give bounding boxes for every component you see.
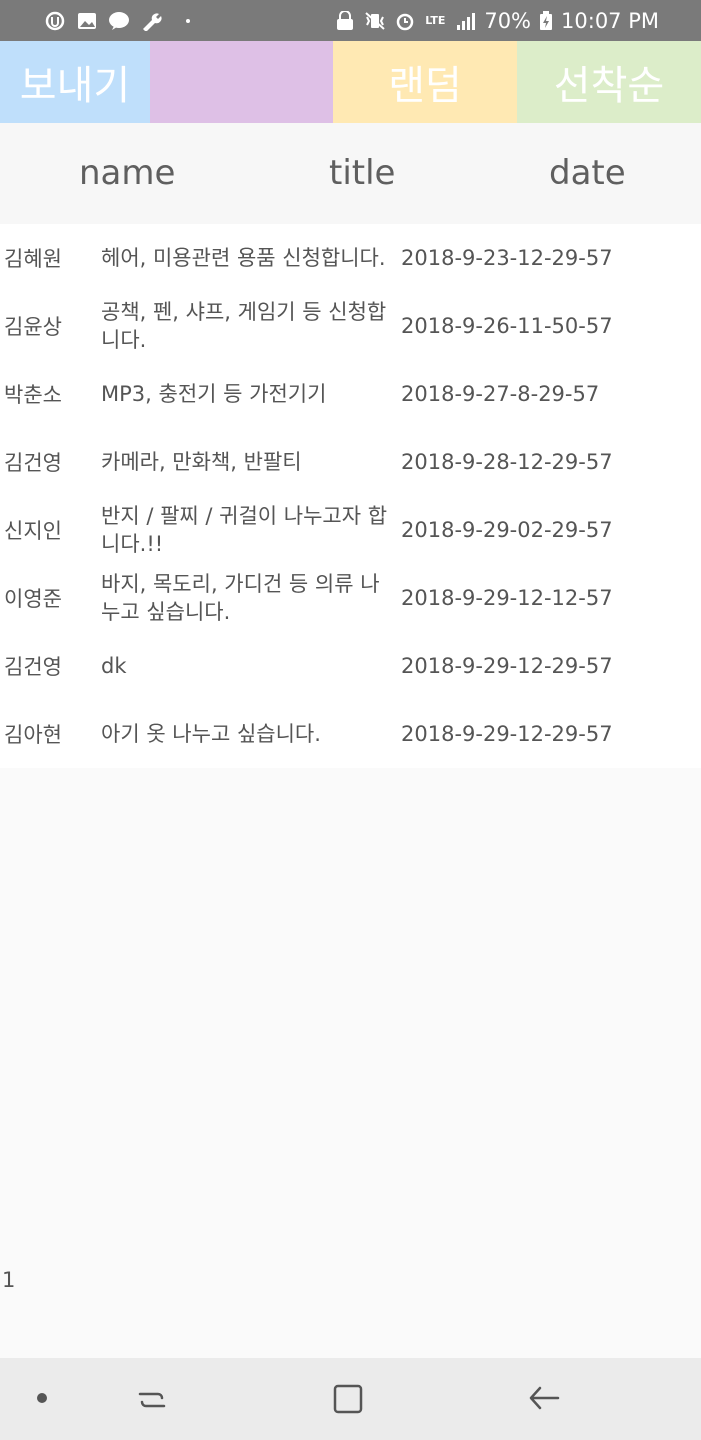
item-title: MP3, 충전기 등 가전기기: [101, 382, 327, 406]
list-item[interactable]: 김혜원 헤어, 미용관련 용품 신청합니다. 2018-9-23-12-29-5…: [0, 224, 701, 292]
list-item[interactable]: 김윤상 공책, 펜, 샤프, 게임기 등 신청합니다. 2018-9-26-11…: [0, 292, 701, 360]
gallery-icon: [76, 11, 98, 31]
item-title: 공책, 펜, 샤프, 게임기 등 신청합니다.: [101, 300, 387, 352]
item-date: 2018-9-27-8-29-57: [401, 382, 600, 406]
column-header: name title date: [0, 123, 701, 224]
item-title: 반지 / 팔찌 / 귀걸이 나누고자 합니다.!!: [101, 504, 388, 556]
action-toolbar: 보내기 랜덤 선착순: [0, 41, 701, 123]
wrench-icon: [140, 11, 162, 31]
item-title: 카메라, 만화책, 반팔티: [101, 450, 302, 474]
send-button[interactable]: 보내기: [0, 41, 150, 123]
item-date: 2018-9-29-12-29-57: [401, 654, 613, 678]
item-name: 김건영: [4, 451, 62, 475]
item-title: 바지, 목도리, 가디건 등 의류 나누고 싶습니다.: [101, 572, 380, 624]
column-header-title[interactable]: title: [329, 153, 395, 193]
home-icon[interactable]: [326, 1378, 370, 1422]
u-plus-icon: [44, 11, 66, 31]
vibrate-mute-icon: [364, 11, 386, 31]
item-date: 2018-9-28-12-29-57: [401, 450, 613, 474]
item-date: 2018-9-29-12-12-57: [401, 586, 613, 610]
sync-lock-icon: [334, 10, 356, 31]
dot-icon[interactable]: [20, 1378, 64, 1422]
navigation-bar: [0, 1358, 701, 1440]
kakaotalk-icon: [108, 11, 130, 31]
battery-charging-icon: [539, 10, 553, 31]
request-list: 김혜원 헤어, 미용관련 용품 신청합니다. 2018-9-23-12-29-5…: [0, 224, 701, 768]
item-name: 김아현: [4, 723, 62, 747]
item-title: dk: [101, 654, 127, 678]
list-item[interactable]: 김건영 dk 2018-9-29-12-29-57: [0, 632, 701, 700]
list-item[interactable]: 김건영 카메라, 만화책, 반팔티 2018-9-28-12-29-57: [0, 428, 701, 496]
status-bar: LTE 70% 10:07 PM: [0, 0, 701, 41]
status-time: 10:07 PM: [561, 8, 659, 33]
item-name: 김윤상: [4, 315, 62, 339]
item-title: 헤어, 미용관련 용품 신청합니다.: [101, 246, 386, 270]
random-button[interactable]: 랜덤: [333, 41, 517, 123]
item-name: 신지인: [4, 519, 62, 543]
list-item[interactable]: 이영준 바지, 목도리, 가디건 등 의류 나누고 싶습니다. 2018-9-2…: [0, 564, 701, 632]
middle-button[interactable]: [150, 41, 333, 123]
first-come-button[interactable]: 선착순: [517, 41, 701, 123]
list-item[interactable]: 신지인 반지 / 팔찌 / 귀걸이 나누고자 합니다.!! 2018-9-29-…: [0, 496, 701, 564]
item-name: 김혜원: [4, 247, 62, 271]
battery-percent: 70%: [484, 8, 532, 33]
lte-icon: LTE: [425, 14, 446, 27]
list-item[interactable]: 김아현 아기 옷 나누고 싶습니다. 2018-9-29-12-29-57: [0, 700, 701, 768]
signal-icon: [454, 11, 476, 31]
back-icon[interactable]: [522, 1378, 566, 1422]
alarm-icon: [394, 11, 416, 31]
dot-icon: [186, 18, 190, 23]
item-date: 2018-9-29-02-29-57: [401, 518, 613, 542]
column-header-date[interactable]: date: [549, 153, 626, 193]
item-name: 이영준: [4, 587, 62, 611]
item-date: 2018-9-26-11-50-57: [401, 314, 613, 338]
item-title: 아기 옷 나누고 싶습니다.: [101, 722, 321, 746]
recent-apps-icon[interactable]: [130, 1378, 174, 1422]
item-name: 김건영: [4, 655, 62, 679]
list-item[interactable]: 박춘소 MP3, 충전기 등 가전기기 2018-9-27-8-29-57: [0, 360, 701, 428]
item-date: 2018-9-29-12-29-57: [401, 722, 613, 746]
page-number: 1: [2, 1268, 16, 1292]
item-name: 박춘소: [4, 383, 62, 407]
column-header-name[interactable]: name: [79, 153, 175, 193]
item-date: 2018-9-23-12-29-57: [401, 246, 613, 270]
